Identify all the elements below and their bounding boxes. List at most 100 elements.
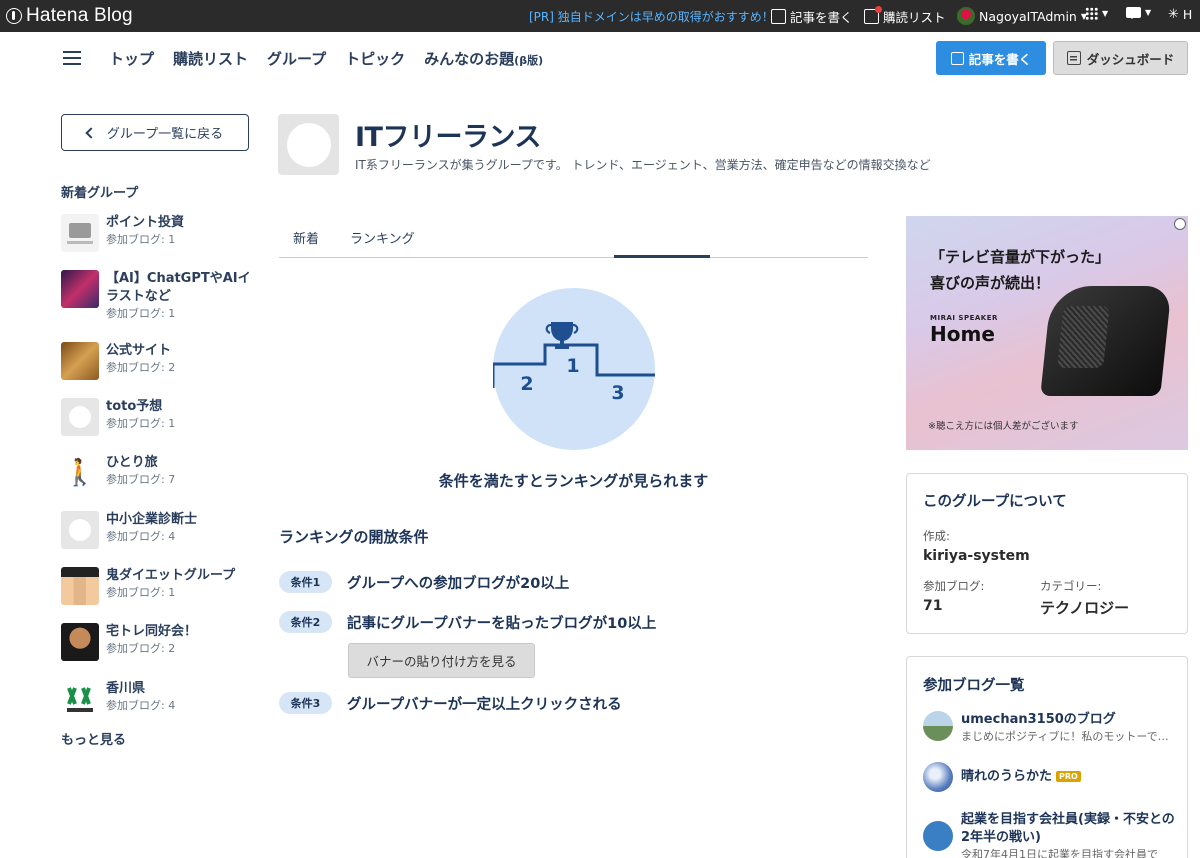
group-name: 中小企業診断士 (106, 512, 198, 527)
category-value[interactable]: テクノロジー (1040, 597, 1129, 618)
tab-ranking[interactable]: ランキング (350, 228, 415, 247)
group-count: 参加ブログ: 2 (106, 642, 176, 655)
global-bar: Hatena Blog [PR] 独自ドメインは早めの取得がおすすめ！ 記事を書… (0, 0, 1200, 32)
created-by-value[interactable]: kiriya-system (923, 548, 1030, 564)
user-name: NagoyaITAdmin (979, 8, 1077, 24)
group-list-item[interactable]: toto予想 参加ブログ: 1 (61, 398, 251, 436)
group-count: 参加ブログ: 1 (106, 307, 176, 320)
category-label: カテゴリー: (1040, 579, 1102, 593)
pencil-icon (950, 51, 964, 65)
nav-item-themes[interactable]: みんなのお題(β版) (424, 48, 543, 69)
group-count: 参加ブログ: 7 (106, 473, 176, 486)
member-blog-item[interactable]: 起業を目指す会社員(実録・不安との2年半の戦い) 令和7年4月1日に起業を目指す会… (923, 811, 1178, 858)
group-list-item[interactable]: 中小企業診断士 参加ブログ: 4 (61, 511, 251, 549)
group-name: 香川県 (106, 681, 146, 696)
main-nav: トップ 購読リスト グループ トピック みんなのお題(β版) (109, 48, 543, 69)
star-menu[interactable]: ✳ H (1168, 7, 1192, 22)
created-by-label: 作成: (923, 529, 950, 543)
write-article-label: 記事を書く (790, 10, 853, 25)
group-name: ひとり旅 (106, 455, 158, 470)
group-placeholder-icon (278, 114, 339, 175)
group-list-item[interactable]: 【AI】ChatGPTやAIイラストなど 参加ブログ: 1 (61, 270, 251, 321)
services-menu[interactable]: ▼ (1085, 7, 1108, 20)
ranking-locked-message: 条件を満たすとランキングが見られます (438, 472, 709, 490)
user-menu[interactable]: NagoyaITAdmin ▼ (957, 7, 1087, 25)
condition-text: 記事にグループバナーを貼ったブログが10以上 (347, 615, 657, 632)
pr-link[interactable]: [PR] 独自ドメインは早めの取得がおすすめ！ (529, 8, 774, 25)
condition-badge: 条件1 (279, 571, 332, 593)
nav-item-subscriptions[interactable]: 購読リスト (173, 48, 248, 69)
group-count: 参加ブログ: 4 (106, 530, 176, 543)
ad-info-icon[interactable] (1174, 218, 1186, 230)
member-blogs-card: 参加ブログ一覧 umechan3150のブログ まじめにポジティブに！私のモットー… (906, 656, 1188, 858)
group-list-item[interactable]: 公式サイト参加ブログ: 2 (61, 342, 251, 380)
chevron-left-icon (85, 126, 97, 139)
podium-first-number: 1 (566, 355, 579, 377)
back-to-groups-button[interactable]: グループ一覧に戻る (61, 114, 249, 151)
blog-name: 晴れのうらかた (961, 769, 1053, 784)
sparkle-icon: ✳ (1168, 7, 1179, 22)
group-count: 参加ブログ: 1 (106, 586, 176, 599)
group-count: 参加ブログ: 4 (106, 699, 176, 712)
nav-item-groups[interactable]: グループ (267, 48, 326, 69)
sub-header: トップ 購読リスト グループ トピック みんなのお題(β版) 記事を書く ダッシ… (0, 32, 1200, 84)
podium-icon: 1 2 3 (491, 322, 655, 404)
beta-label: (β版) (514, 54, 544, 67)
tab-new[interactable]: 新着 (293, 228, 319, 247)
write-article-button[interactable]: 記事を書く (936, 41, 1046, 75)
nav-item-topics[interactable]: トピック (345, 48, 405, 69)
write-article-button-label: 記事を書く (968, 51, 1032, 67)
group-name: toto予想 (106, 399, 163, 414)
nav-item-top[interactable]: トップ (109, 48, 154, 69)
about-group-card: このグループについて 作成: kiriya-system 参加ブログ: 71 カ… (906, 473, 1188, 634)
dashboard-button[interactable]: ダッシュボード (1053, 41, 1188, 75)
group-list-item[interactable]: 鬼ダイエットグループ 参加ブログ: 1 (61, 567, 251, 605)
conditions-heading: ランキングの開放条件 (279, 528, 429, 546)
group-list-item[interactable]: 宅トレ同好会！ 参加ブログ: 2 (61, 623, 251, 661)
pencil-icon (771, 9, 786, 24)
group-placeholder-icon (61, 511, 99, 549)
user-avatar (957, 7, 975, 25)
group-list-item[interactable]: ポイント投資 参加ブログ: 1 (61, 214, 251, 252)
hamburger-menu-icon[interactable] (63, 51, 81, 65)
notices-menu[interactable]: ▼ (1126, 7, 1151, 19)
member-blog-item[interactable]: 晴れのうらかた PRO (923, 762, 1178, 792)
group-thumbnail (61, 270, 99, 308)
condition-badge: 条件3 (279, 692, 332, 714)
group-count: 参加ブログ: 1 (106, 233, 176, 246)
subscription-list-link[interactable]: 購読リスト (864, 6, 946, 26)
ad-brand: MIRAI SPEAKER (930, 314, 998, 322)
group-thumbnail (61, 623, 99, 661)
trophy-illustration: 1 2 3 (491, 288, 655, 450)
condition-badge: 条件2 (279, 611, 332, 633)
group-count: 参加ブログ: 2 (106, 361, 176, 374)
group-thumbnail (61, 567, 99, 605)
group-name: 公式サイト (106, 343, 172, 358)
hatena-blog-logo[interactable]: Hatena Blog (6, 5, 133, 27)
more-groups-link[interactable]: もっと見る (61, 729, 126, 748)
ad-headline-2: 喜びの声が続出！ (930, 274, 1051, 292)
blog-description: まじめにポジティブに！私のモットーで… (961, 730, 1169, 743)
blog-name: 起業を目指す会社員(実録・不安との2年半の戦い) (961, 812, 1175, 845)
group-name: ポイント投資 (106, 215, 185, 230)
kagawa-emblem-icon (61, 680, 99, 718)
group-thumbnail (61, 342, 99, 380)
member-blog-item[interactable]: umechan3150のブログ まじめにポジティブに！私のモットーで… (923, 711, 1178, 744)
ad-product-name: Home (930, 322, 995, 346)
group-list-item[interactable]: 香川県参加ブログ: 4 (61, 680, 251, 718)
dashboard-button-label: ダッシュボード (1086, 51, 1175, 67)
blog-avatar (923, 711, 953, 741)
podium-third-number: 3 (611, 382, 624, 404)
condition-item: 条件2 記事にグループバナーを貼ったブログが10以上 (279, 611, 656, 633)
logo-text: Hatena Blog (26, 5, 133, 26)
speaker-image (1040, 286, 1172, 396)
write-article-link[interactable]: 記事を書く (771, 7, 853, 26)
advertisement-banner[interactable]: 「テレビ音量が下がった」 喜びの声が続出！ MIRAI SPEAKER Home… (906, 216, 1188, 450)
subscription-list-label: 購読リスト (883, 10, 946, 25)
banner-howto-button[interactable]: バナーの貼り付け方を見る (348, 643, 535, 678)
group-thumbnail (61, 214, 99, 252)
blog-avatar (923, 762, 953, 792)
group-name: 鬼ダイエットグループ (106, 568, 236, 583)
grid-icon (1085, 7, 1098, 20)
group-list-item[interactable]: 🚶 ひとり旅 参加ブログ: 7 (61, 454, 251, 492)
